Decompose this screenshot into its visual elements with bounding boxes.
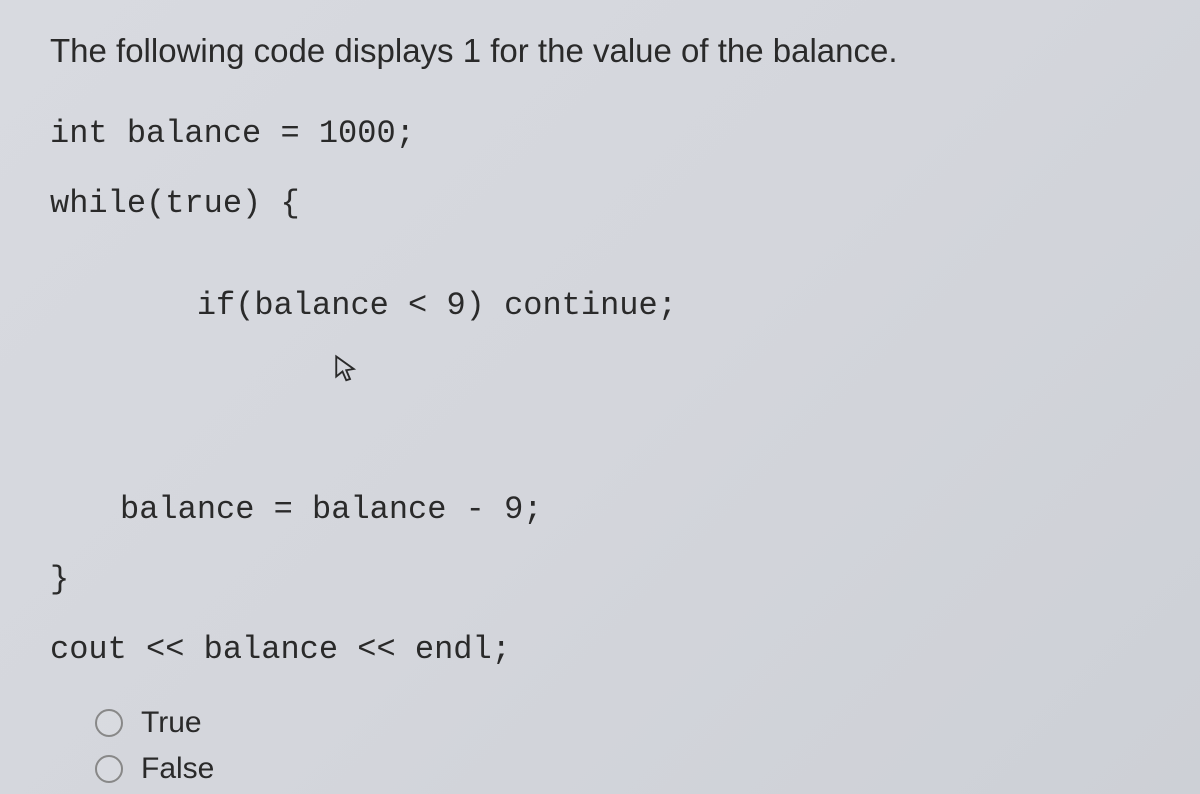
code-line-1: int balance = 1000; — [50, 118, 1150, 150]
option-false-label: False — [141, 752, 214, 786]
option-true-label: True — [141, 706, 202, 740]
code-line-3: if(balance < 9) continue; — [50, 258, 677, 456]
option-true[interactable]: True — [95, 706, 1150, 740]
question-text: The following code displays 1 for the va… — [50, 30, 1150, 73]
code-line-2: while(true) { — [50, 188, 1150, 220]
code-line-3-text: if(balance < 9) continue; — [197, 287, 677, 324]
code-line-5: } — [50, 564, 1150, 596]
option-false[interactable]: False — [95, 752, 1150, 786]
cursor-icon — [217, 322, 358, 424]
radio-true[interactable] — [95, 709, 123, 737]
answer-options: True False — [50, 706, 1150, 786]
code-block: int balance = 1000; while(true) { if(bal… — [50, 118, 1150, 666]
code-line-6: cout << balance << endl; — [50, 634, 1150, 666]
radio-false[interactable] — [95, 755, 123, 783]
code-line-4: balance = balance - 9; — [50, 494, 1150, 526]
